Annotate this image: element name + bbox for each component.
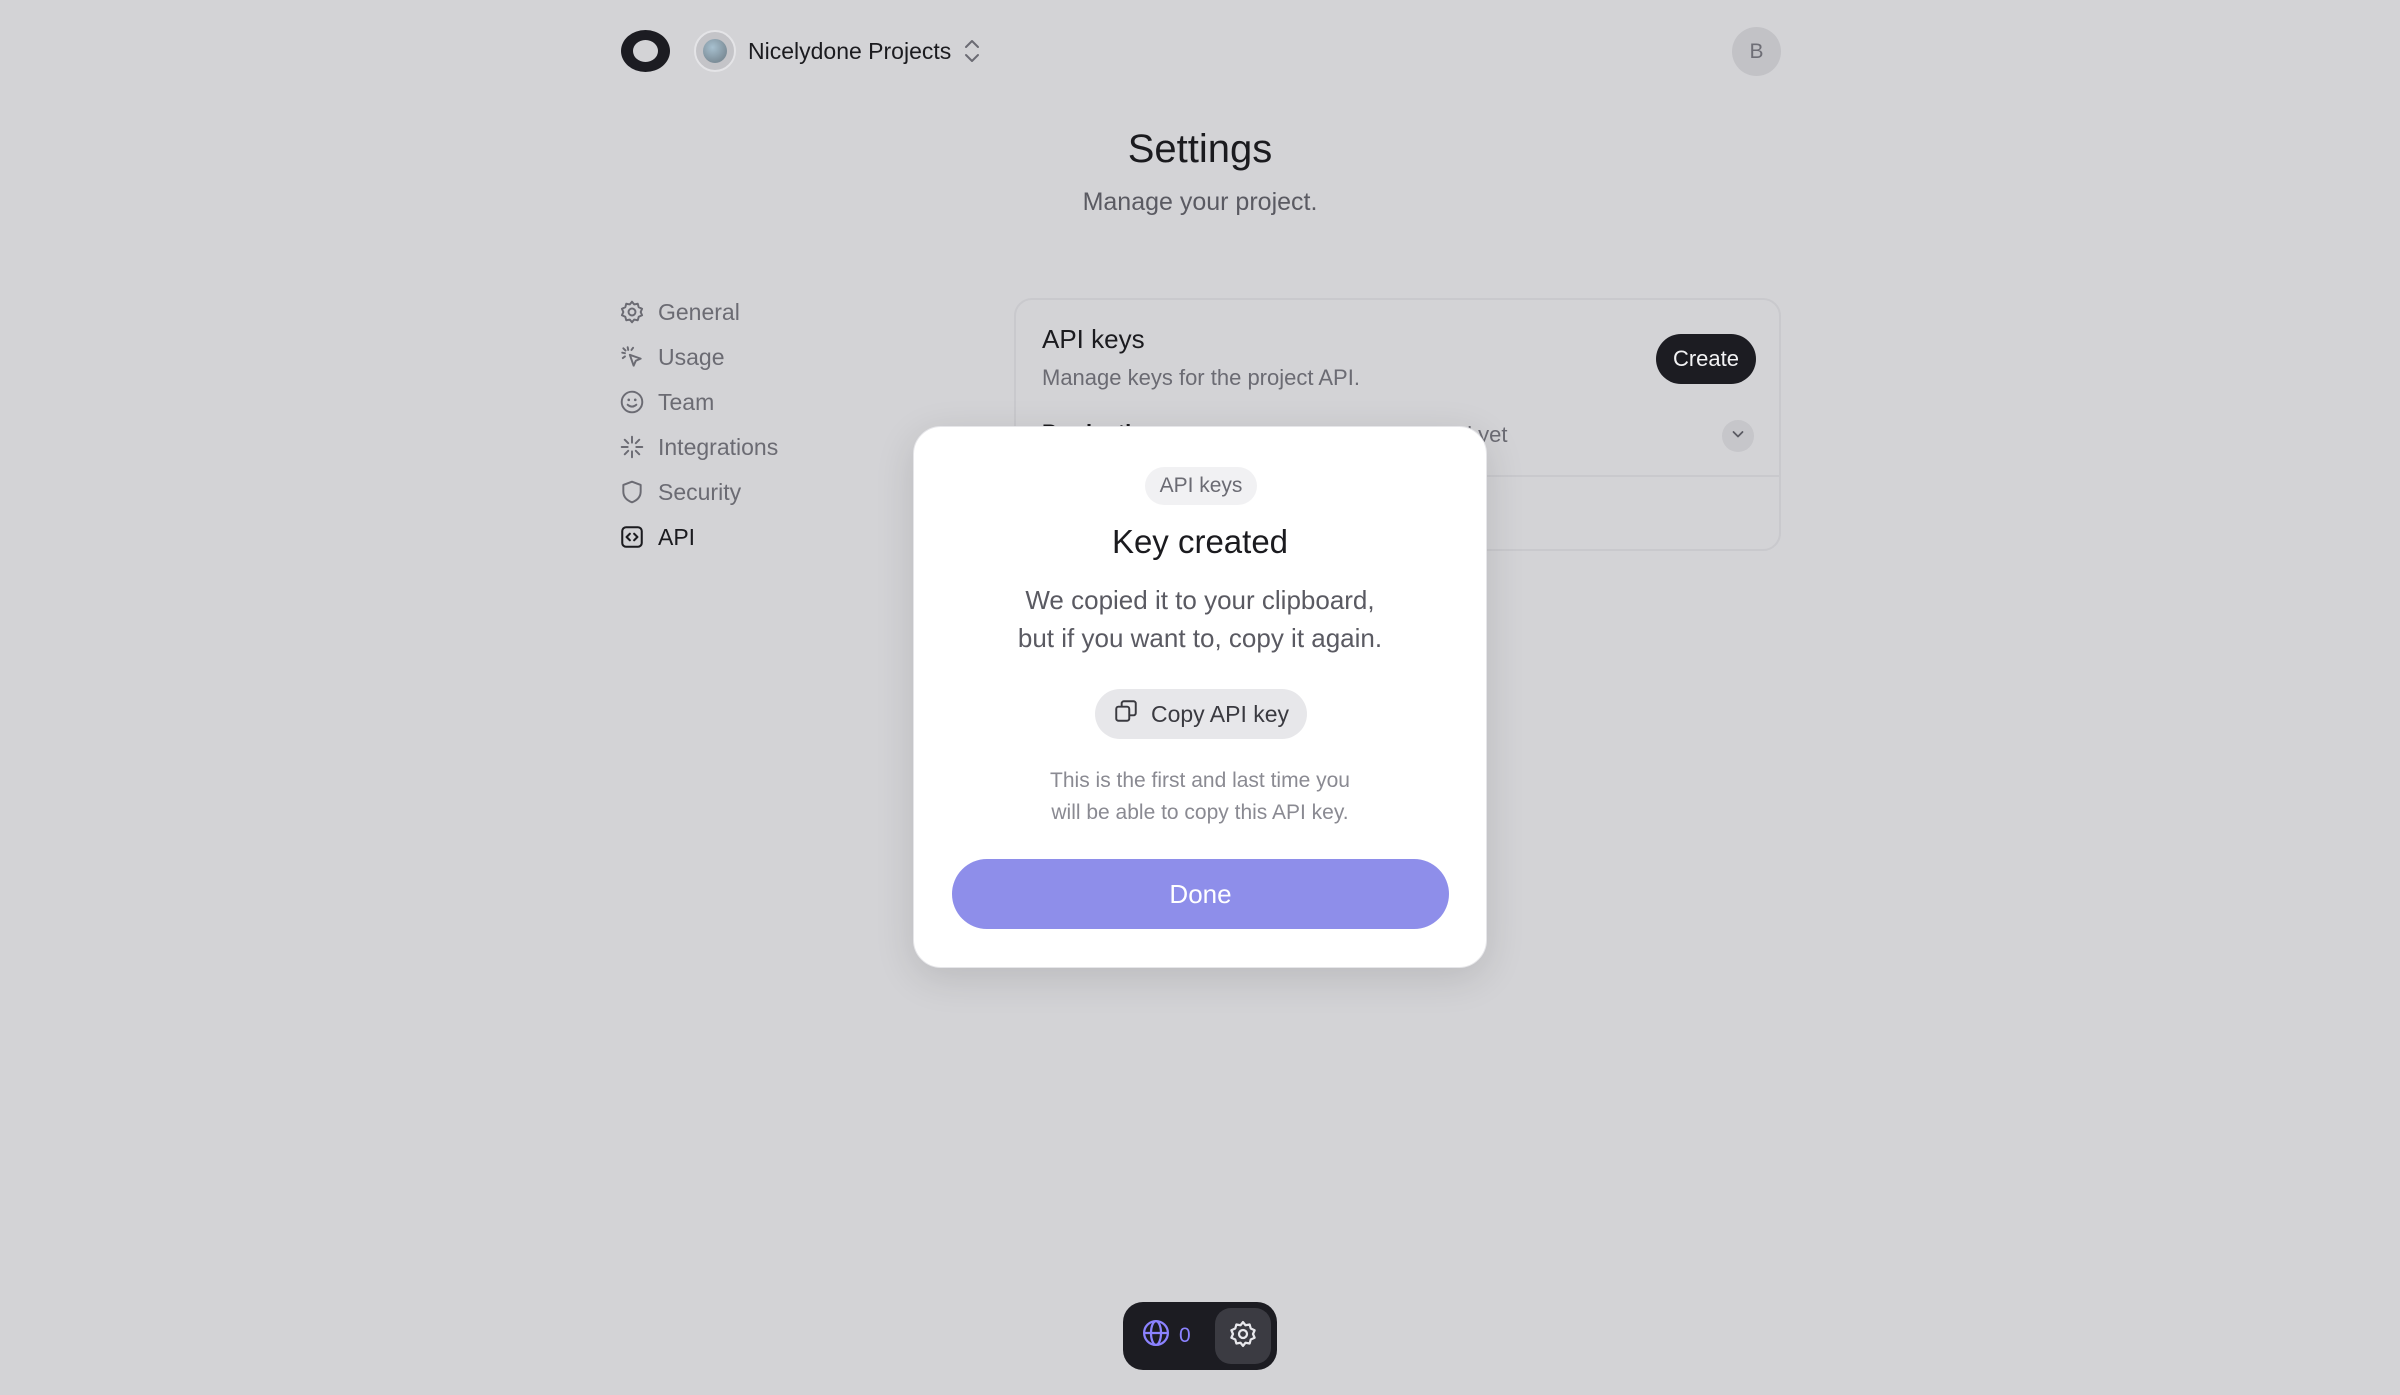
sparkle-icon: [619, 434, 645, 460]
page-subtitle: Manage your project.: [1082, 188, 1318, 216]
page-title: Settings: [1127, 127, 1273, 171]
project-switcher[interactable]: Nicelydone Projects: [694, 30, 981, 72]
language-button[interactable]: 0: [1141, 1318, 1191, 1354]
sidebar-item-security[interactable]: Security: [619, 476, 778, 508]
app-logo[interactable]: [621, 30, 670, 72]
bottom-toolbar: 0: [1123, 1302, 1277, 1370]
done-button[interactable]: Done: [952, 859, 1449, 929]
globe-count: 0: [1179, 1324, 1191, 1347]
sidebar-item-api[interactable]: API: [619, 521, 778, 553]
dock-settings-button[interactable]: [1215, 1308, 1271, 1364]
user-avatar[interactable]: B: [1732, 27, 1781, 76]
smiley-icon: [619, 389, 645, 415]
sidebar-item-label: Team: [658, 388, 715, 415]
sidebar-item-integrations[interactable]: Integrations: [619, 431, 778, 463]
sidebar-item-team[interactable]: Team: [619, 386, 778, 418]
copy-icon: [1113, 698, 1139, 730]
modal-badge: API keys: [1145, 467, 1257, 505]
project-name: Nicelydone Projects: [748, 37, 952, 64]
key-created-modal: API keys Key created We copied it to you…: [913, 426, 1487, 968]
modal-note-line: This is the first and last time you: [1050, 769, 1350, 792]
modal-title: Key created: [1111, 523, 1289, 560]
modal-note: This is the first and last time you will…: [914, 765, 1486, 829]
settings-page: Nicelydone Projects B Settings Manage yo…: [0, 0, 2400, 1395]
globe-icon: [1141, 1318, 1171, 1354]
settings-sidebar: General Usage Team Integrations Security: [619, 296, 778, 553]
sidebar-item-label: API: [658, 523, 696, 550]
shield-icon: [619, 479, 645, 505]
gear-icon: [619, 299, 645, 325]
copy-api-key-button[interactable]: Copy API key: [1095, 689, 1307, 739]
project-avatar: [694, 30, 736, 72]
chevron-up-down-icon: [963, 38, 981, 64]
sidebar-item-label: General: [658, 298, 740, 325]
sidebar-item-label: Integrations: [658, 433, 779, 460]
modal-message-line: We copied it to your clipboard,: [1025, 585, 1375, 615]
api-keys-description: Manage keys for the project API.: [1042, 365, 1360, 390]
sidebar-item-label: Usage: [658, 343, 725, 370]
modal-message: We copied it to your clipboard, but if y…: [914, 581, 1486, 657]
code-box-icon: [619, 524, 645, 550]
cursor-click-icon: [619, 344, 645, 370]
sidebar-item-usage[interactable]: Usage: [619, 341, 778, 373]
chevron-down-icon: [1730, 426, 1746, 447]
expand-key-button[interactable]: [1722, 420, 1754, 452]
create-key-button[interactable]: Create: [1656, 334, 1756, 384]
sidebar-item-general[interactable]: General: [619, 296, 778, 328]
modal-message-line: but if you want to, copy it again.: [1017, 623, 1383, 653]
sidebar-item-label: Security: [658, 478, 742, 505]
gear-icon: [1228, 1319, 1258, 1354]
api-keys-title: API keys: [1042, 324, 1145, 354]
copy-api-key-label: Copy API key: [1150, 700, 1290, 727]
modal-note-line: will be able to copy this API key.: [1051, 801, 1349, 824]
